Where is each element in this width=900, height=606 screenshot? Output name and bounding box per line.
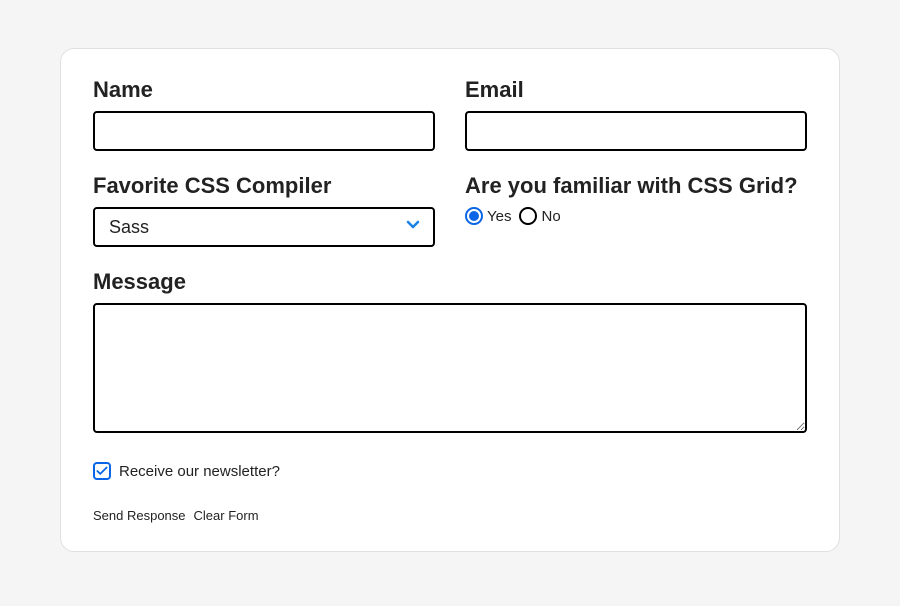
- compiler-field: Favorite CSS Compiler Sass: [93, 173, 435, 247]
- email-input[interactable]: [465, 111, 807, 151]
- name-field: Name: [93, 77, 435, 151]
- radio-yes-label: Yes: [487, 208, 511, 225]
- newsletter-label: Receive our newsletter?: [119, 463, 280, 480]
- message-field: Message: [93, 269, 807, 438]
- name-input[interactable]: [93, 111, 435, 151]
- newsletter-checkbox[interactable]: [93, 462, 111, 480]
- message-label: Message: [93, 269, 807, 295]
- newsletter-row: Receive our newsletter?: [93, 462, 807, 480]
- form-card: Name Email Favorite CSS Compiler Sass Ar: [60, 48, 840, 552]
- compiler-select-wrapper: Sass: [93, 207, 435, 247]
- radio-no-label: No: [541, 208, 560, 225]
- check-icon: [95, 464, 109, 478]
- grid-familiar-radio-group: Yes No: [465, 207, 807, 225]
- radio-yes[interactable]: [465, 207, 483, 225]
- compiler-select[interactable]: Sass: [93, 207, 435, 247]
- radio-no[interactable]: [519, 207, 537, 225]
- name-label: Name: [93, 77, 435, 103]
- grid-familiar-label: Are you familiar with CSS Grid?: [465, 173, 807, 199]
- grid-familiar-field: Are you familiar with CSS Grid? Yes No: [465, 173, 807, 247]
- clear-form-button[interactable]: Clear Form: [194, 508, 259, 523]
- radio-item-no: No: [519, 207, 560, 225]
- send-response-button[interactable]: Send Response: [93, 508, 186, 523]
- actions-row: Send Response Clear Form: [93, 508, 807, 523]
- email-label: Email: [465, 77, 807, 103]
- email-field: Email: [465, 77, 807, 151]
- form-grid: Name Email Favorite CSS Compiler Sass Ar: [93, 77, 807, 438]
- radio-checked-icon: [469, 211, 479, 221]
- compiler-label: Favorite CSS Compiler: [93, 173, 435, 199]
- radio-item-yes: Yes: [465, 207, 511, 225]
- message-textarea[interactable]: [93, 303, 807, 433]
